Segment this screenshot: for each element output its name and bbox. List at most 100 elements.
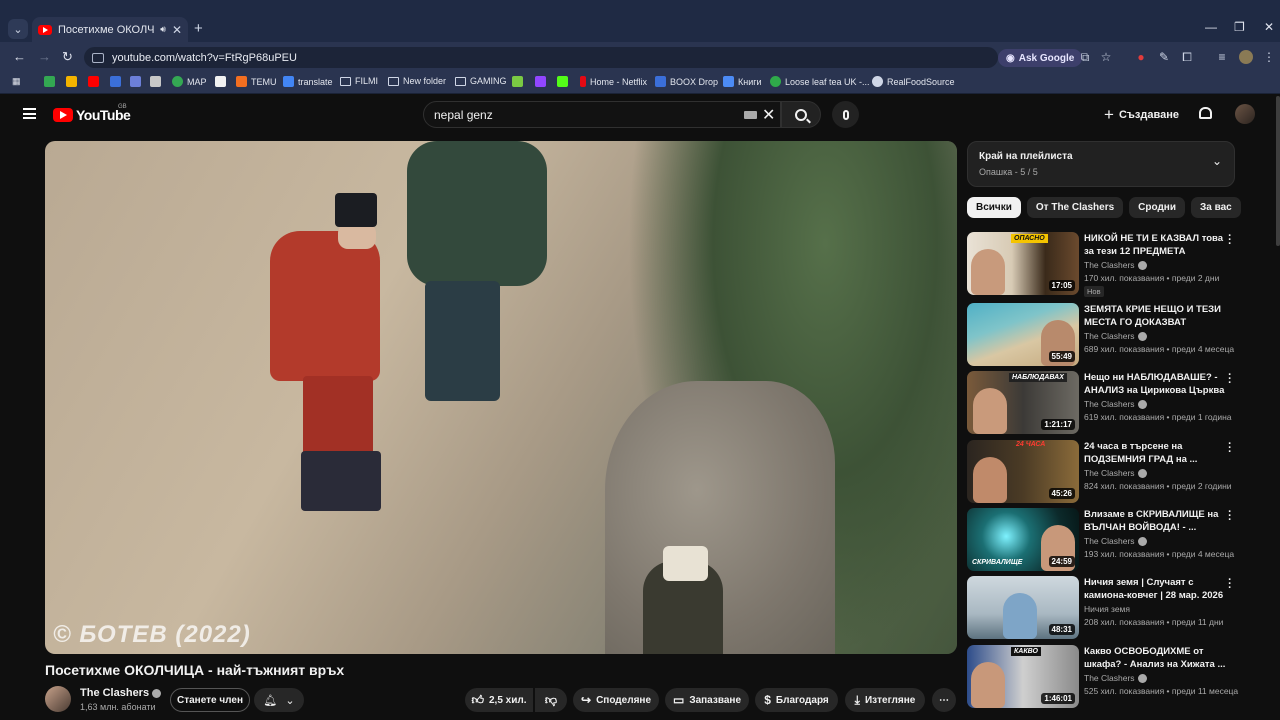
video-thumbnail[interactable]: 48:31 (967, 576, 1079, 639)
bookmark-icon-blue[interactable] (110, 76, 121, 87)
video-thumbnail[interactable]: КАКВО 1:46:01 (967, 645, 1079, 708)
bookmark-tea[interactable]: Loose leaf tea UK -... (770, 76, 870, 87)
save-button[interactable]: ▭ Запазване (665, 688, 749, 712)
speaker-icon[interactable]: 🔊︎ (160, 24, 166, 35)
bookmark-filmi[interactable]: FILMI (340, 76, 378, 86)
recommendation-title[interactable]: Нещо ни НАБЛЮДАВАШЕ? - АНАЛИЗ на Цириков… (1084, 371, 1234, 397)
search-input[interactable]: nepal genz (423, 101, 781, 128)
search-button[interactable] (781, 101, 821, 128)
recommendation-item[interactable]: 24 ЧАСА 45:26 24 часа в търсене на ПОДЗЕ… (967, 439, 1257, 504)
recommendation-title[interactable]: Какво ОСВОБОДИХМЕ от шкафа? - Анализ на … (1084, 645, 1234, 671)
bookmark-twitch-icon[interactable] (535, 76, 546, 87)
recommendation-item[interactable]: СКРИВАЛИЩЕ 24:59 Влизаме в СКРИВАЛИЩЕ на… (967, 507, 1257, 572)
close-tab-icon[interactable]: ✕ (172, 23, 182, 37)
forward-icon[interactable]: → (38, 49, 51, 64)
bookmark-books[interactable]: Книги (723, 76, 762, 87)
recommendation-item[interactable]: 55:49 ЗЕМЯТА КРИЕ НЕЩО И ТЕЗИ МЕСТА ГО Д… (967, 303, 1257, 367)
bookmark-temu[interactable]: TEMU (236, 76, 277, 87)
more-options-icon[interactable]: · · · (1225, 439, 1235, 458)
join-button[interactable]: Станете член (170, 688, 250, 712)
recommendation-title[interactable]: 24 часа в търсене на ПОДЗЕМНИЯ ГРАД на .… (1084, 440, 1234, 466)
browser-tab[interactable]: Посетихме ОКОЛЧИЦА - н 🔊︎ ✕ (32, 17, 188, 42)
video-thumbnail[interactable]: ОПАСНО 17:05 (967, 232, 1079, 295)
close-window-icon[interactable]: ✕ (1264, 20, 1274, 34)
bookmark-amazon-icon[interactable] (215, 76, 226, 87)
chip-from-channel[interactable]: От The Clashers (1026, 197, 1124, 218)
maximize-icon[interactable]: ❐ (1234, 20, 1245, 34)
subscription-notifications-button[interactable]: 🔔︎ ⌄ (254, 688, 304, 712)
bookmark-gaming[interactable]: GAMING (455, 76, 507, 86)
reload-icon[interactable]: ↻ (62, 49, 73, 65)
account-avatar[interactable] (1235, 104, 1255, 124)
minimize-icon[interactable]: — (1205, 20, 1217, 34)
bookmark-kick-icon[interactable] (557, 76, 568, 87)
bookmark-boox[interactable]: BOOX Drop (655, 76, 718, 87)
clear-search-icon[interactable]: ✕ (762, 105, 775, 125)
video-thumbnail[interactable]: 55:49 (967, 303, 1079, 366)
chip-all[interactable]: Всички (967, 197, 1021, 218)
create-button[interactable]: + Създаване (1104, 104, 1179, 126)
recommendation-channel[interactable]: The Clashers (1084, 399, 1147, 410)
notifications-bell-icon[interactable] (1199, 107, 1212, 119)
extension-icon[interactable]: ● (1134, 50, 1148, 64)
bookmark-realfood[interactable]: RealFoodSource (872, 76, 955, 87)
video-thumbnail[interactable]: 24 ЧАСА 45:26 (967, 440, 1079, 503)
recommendation-item[interactable]: НАБЛЮДАВАХ 1:21:17 Нещо ни НАБЛЮДАВАШЕ? … (967, 370, 1257, 435)
chip-for-you[interactable]: За вас (1191, 197, 1241, 218)
channel-avatar[interactable] (45, 686, 71, 712)
recommendation-channel[interactable]: The Clashers (1084, 331, 1147, 342)
chip-related[interactable]: Сродни (1129, 197, 1185, 218)
recommendation-item[interactable]: 48:31 Ничия земя | Случаят с камиона-ков… (967, 575, 1257, 640)
recommendation-channel[interactable]: The Clashers (1084, 536, 1147, 547)
more-options-icon[interactable]: · · · (1225, 231, 1235, 250)
pen-extension-icon[interactable]: ✎ (1157, 50, 1171, 64)
bookmark-map[interactable]: MAP (172, 76, 207, 87)
like-button[interactable]: 👍︎ 2,5 хил. (465, 688, 533, 712)
bookmark-icon-purple[interactable] (130, 76, 141, 87)
bookmark-chart-icon[interactable] (512, 76, 523, 87)
recommendation-channel[interactable]: The Clashers (1084, 468, 1147, 479)
channel-name[interactable]: The Clashers (80, 687, 162, 699)
bookmark-translate[interactable]: translate (283, 76, 333, 87)
bookmark-new-folder[interactable]: New folder (388, 76, 446, 86)
ask-google-button[interactable]: ◉ Ask Google (998, 49, 1083, 67)
video-thumbnail[interactable]: НАБЛЮДАВАХ 1:21:17 (967, 371, 1079, 434)
more-actions-button[interactable]: ⋯ (932, 688, 956, 712)
site-info-icon[interactable] (92, 52, 104, 63)
video-thumbnail[interactable]: СКРИВАЛИЩЕ 24:59 (967, 508, 1079, 571)
dislike-button[interactable]: 👎︎ (535, 688, 567, 712)
puzzle-extensions-icon[interactable]: ⧠ (1180, 50, 1194, 64)
apps-grid-icon[interactable]: ▦ (12, 76, 21, 87)
profile-icon[interactable] (1239, 50, 1253, 64)
more-options-icon[interactable]: · · · (1225, 507, 1235, 526)
keyboard-icon[interactable] (744, 111, 757, 119)
tab-search-button[interactable]: ⌄ (8, 19, 28, 39)
bookmark-icon-green[interactable] (44, 76, 55, 87)
recommendation-item[interactable]: КАКВО 1:46:01 Какво ОСВОБОДИХМЕ от шкафа… (967, 645, 1257, 709)
back-icon[interactable]: ← (13, 49, 26, 64)
bookmark-star-icon[interactable]: ☆ (1099, 50, 1113, 64)
recommendation-title[interactable]: НИКОЙ НЕ ТИ Е КАЗВАЛ това за тези 12 ПРЕ… (1084, 232, 1234, 258)
recommendation-channel[interactable]: The Clashers (1084, 260, 1147, 271)
voice-search-button[interactable] (832, 101, 859, 128)
chevron-down-icon[interactable]: ⌄ (1212, 154, 1222, 168)
new-tab-icon[interactable]: + (194, 20, 203, 37)
more-options-icon[interactable]: · · · (1225, 370, 1235, 389)
recommendation-channel[interactable]: Ничия земя (1084, 604, 1130, 614)
download-button[interactable]: ⤓ Изтегляне (845, 688, 925, 712)
video-player[interactable]: © БОТЕВ (2022) (45, 141, 957, 654)
recommendation-title[interactable]: Влизаме в СКРИВАЛИЩЕ на ВЪЛЧАН ВОЙВОДА! … (1084, 508, 1234, 534)
playlist-panel[interactable]: Край на плейлиста Опашка - 5 / 5 ⌄ (967, 141, 1235, 187)
recommendation-title[interactable]: Ничия земя | Случаят с камиона-ковчег | … (1084, 576, 1234, 602)
browser-menu-icon[interactable]: ⋮ (1262, 50, 1276, 64)
recommendation-channel[interactable]: The Clashers (1084, 673, 1147, 684)
install-app-icon[interactable]: ⧉ (1078, 50, 1092, 64)
recommendation-item[interactable]: ОПАСНО 17:05 НИКОЙ НЕ ТИ Е КАЗВАЛ това з… (967, 231, 1257, 297)
menu-icon[interactable] (23, 108, 36, 119)
thanks-button[interactable]: $ Благодаря (755, 688, 838, 712)
recommendation-title[interactable]: ЗЕМЯТА КРИЕ НЕЩО И ТЕЗИ МЕСТА ГО ДОКАЗВА… (1084, 303, 1234, 329)
bookmark-icon-youtube[interactable] (88, 76, 99, 87)
more-options-icon[interactable]: · · · (1225, 575, 1235, 594)
media-control-icon[interactable]: ≡ (1215, 50, 1229, 64)
page-scrollbar[interactable] (1276, 96, 1280, 246)
